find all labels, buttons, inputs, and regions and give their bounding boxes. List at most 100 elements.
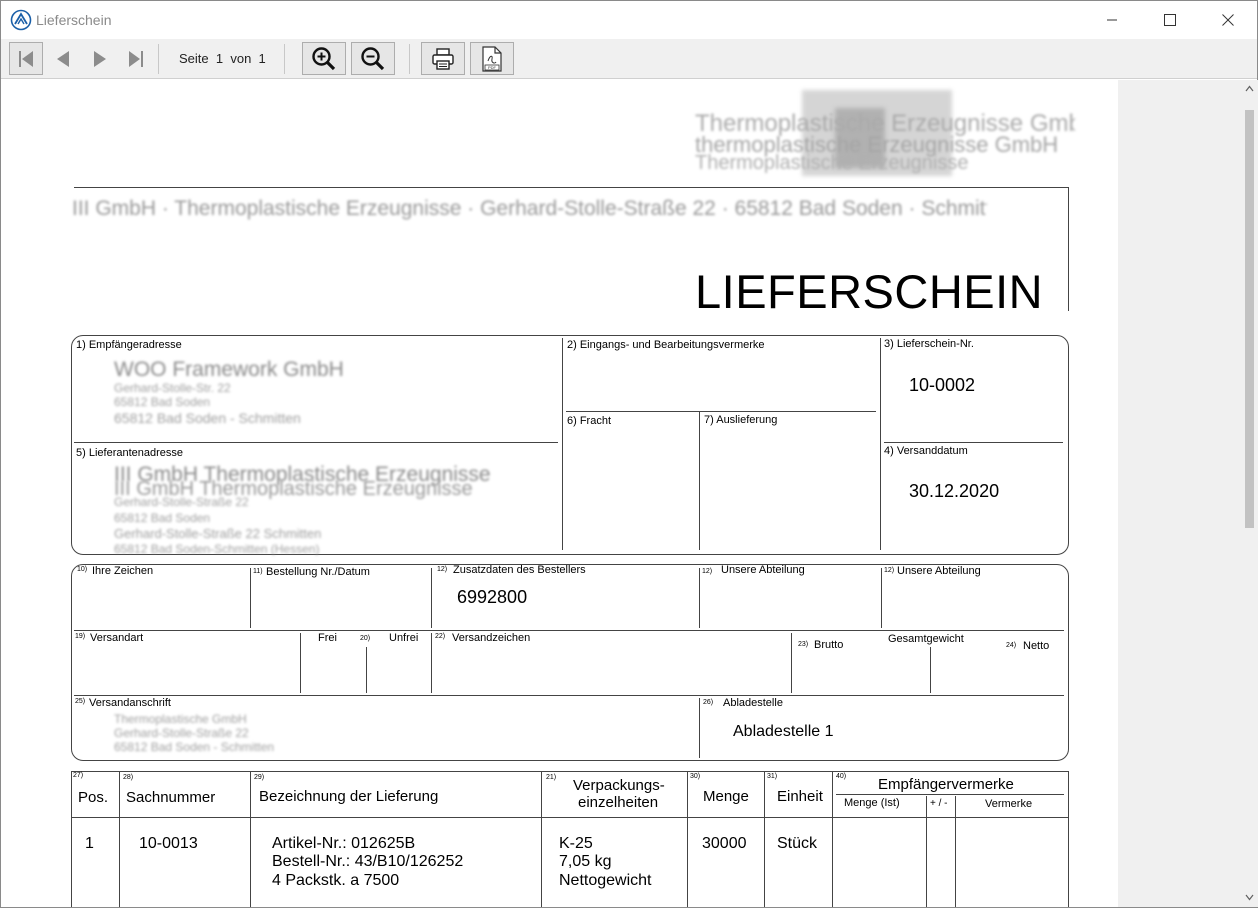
first-page-button[interactable] bbox=[9, 42, 43, 75]
field-number: 27) bbox=[73, 772, 84, 779]
scroll-down-icon[interactable] bbox=[1245, 894, 1254, 901]
svg-text:PDF: PDF bbox=[488, 65, 497, 70]
shipping-date: 30.12.2020 bbox=[909, 481, 1000, 501]
pdf-file-icon: PDF bbox=[482, 45, 502, 72]
table-column-divider bbox=[541, 771, 542, 907]
field-number: 12) bbox=[702, 568, 713, 575]
row-unit: Stück bbox=[777, 835, 818, 852]
supplier-address-label: 5) Lieferantenadresse bbox=[76, 447, 184, 459]
field-number: 24) bbox=[1006, 642, 1017, 649]
our-department-label: Unsere Abteilung bbox=[721, 564, 805, 576]
field-number: 30) bbox=[690, 773, 701, 780]
minimize-icon bbox=[1107, 19, 1117, 21]
row-article-number: Artikel-Nr.: 012625B bbox=[272, 835, 416, 852]
box-divider bbox=[930, 647, 931, 693]
box-divider bbox=[881, 568, 882, 628]
supplier-city: 65812 Bad Soden bbox=[114, 511, 211, 525]
viewport-background bbox=[1118, 80, 1242, 907]
printer-icon bbox=[432, 47, 454, 70]
box-divider bbox=[74, 442, 558, 443]
box-divider bbox=[880, 338, 881, 550]
recipient-city: 65812 Bad Soden bbox=[114, 395, 211, 409]
column-header-quantity: Menge bbox=[703, 788, 749, 805]
row-part-number: 10-0013 bbox=[139, 835, 198, 852]
last-page-button[interactable] bbox=[119, 42, 153, 75]
toolbar-separator bbox=[284, 44, 285, 74]
supplier-city-full: 65812 Bad Soden-Schmitten (Hessen) bbox=[114, 542, 320, 556]
table-column-divider bbox=[955, 796, 956, 907]
document-title: LIEFERSCHEIN bbox=[695, 265, 1044, 318]
box-divider bbox=[884, 442, 1063, 443]
box-divider bbox=[366, 647, 367, 693]
field-number: 26) bbox=[703, 699, 714, 706]
page-current: 1 bbox=[215, 51, 224, 66]
supplier-street: Gerhard-Stolle-Straße 22 bbox=[114, 495, 249, 509]
column-header-actual-quantity: Menge (Ist) bbox=[844, 797, 900, 809]
freight-label: 6) Fracht bbox=[567, 415, 612, 427]
previous-page-button[interactable] bbox=[46, 42, 80, 75]
row-packaging-type: K-25 bbox=[559, 835, 593, 852]
row-package-info: 4 Packstk. a 7500 bbox=[272, 872, 400, 889]
field-number: 21) bbox=[546, 774, 557, 781]
box-divider bbox=[74, 695, 1064, 696]
report-toolbar: Seite 1 von 1 PDF bbox=[1, 39, 1257, 79]
field-number: 10) bbox=[77, 566, 88, 573]
column-header-packaging: einzelheiten bbox=[578, 794, 659, 811]
field-number: 20) bbox=[360, 635, 371, 642]
delivery-note-number: 10-0002 bbox=[909, 375, 976, 395]
export-pdf-button[interactable]: PDF bbox=[470, 42, 514, 75]
field-number: 11) bbox=[253, 568, 263, 575]
zoom-out-icon bbox=[361, 46, 385, 70]
toolbar-separator bbox=[409, 44, 410, 74]
box-divider bbox=[250, 568, 251, 628]
title-bar: Lieferschein bbox=[1, 1, 1257, 39]
shipping-address-line: Gerhard-Stolle-Straße 22 bbox=[114, 726, 249, 740]
table-subheader-rule bbox=[836, 794, 1064, 795]
table-column-divider bbox=[119, 771, 120, 907]
field-number: 31) bbox=[767, 773, 778, 780]
close-button[interactable] bbox=[1199, 1, 1257, 39]
customer-extra-data-label: Zusatzdaten des Bestellers bbox=[453, 564, 586, 576]
maximize-button[interactable] bbox=[1141, 1, 1199, 39]
table-column-divider bbox=[926, 796, 927, 907]
order-number-date-label: Bestellung Nr./Datum bbox=[266, 566, 370, 578]
toolbar-separator bbox=[158, 44, 159, 74]
vertical-scrollbar[interactable] bbox=[1241, 80, 1258, 907]
column-header-recipient-notes: Empfängervermerke bbox=[878, 776, 1014, 793]
delivery-label: 7) Auslieferung bbox=[704, 414, 778, 426]
next-page-button[interactable] bbox=[83, 42, 117, 75]
box-divider bbox=[699, 412, 700, 550]
zoom-in-button[interactable] bbox=[302, 42, 346, 75]
scrollbar-thumb[interactable] bbox=[1245, 110, 1254, 528]
recipient-city-full: 65812 Bad Soden - Schmitten bbox=[114, 410, 301, 426]
table-column-divider bbox=[687, 771, 688, 907]
box-divider bbox=[791, 633, 792, 693]
unloading-point: Abladestelle 1 bbox=[733, 723, 834, 740]
minimize-button[interactable] bbox=[1083, 1, 1141, 39]
box-divider bbox=[300, 633, 301, 693]
zoom-in-icon bbox=[312, 46, 336, 70]
processing-notes-label: 2) Eingangs- und Bearbeitungsvermerke bbox=[567, 339, 765, 351]
zoom-out-button[interactable] bbox=[351, 42, 395, 75]
field-number: 40) bbox=[836, 773, 847, 780]
recipient-name: WOO Framework GmbH bbox=[114, 358, 344, 381]
box-divider bbox=[74, 630, 1064, 631]
column-header-part-number: Sachnummer bbox=[126, 789, 216, 806]
maximize-icon bbox=[1164, 14, 1176, 26]
shipping-marks-label: Versandzeichen bbox=[452, 632, 531, 644]
table-column-divider bbox=[832, 771, 833, 907]
app-logo-icon bbox=[10, 9, 32, 31]
total-weight-label: Gesamtgewicht bbox=[888, 633, 964, 645]
supplier-street-full: Gerhard-Stolle-Straße 22 Schmitten bbox=[114, 526, 322, 541]
scroll-up-icon[interactable] bbox=[1245, 85, 1254, 92]
letterhead-line: Thermoplastische Erzeugnisse bbox=[695, 152, 969, 174]
column-header-notes: Vermerke bbox=[985, 798, 1033, 810]
company-logo: Thermoplastische Erzeugnisse GmbH Elektr… bbox=[695, 88, 1075, 180]
box-divider bbox=[431, 633, 432, 693]
print-button[interactable] bbox=[421, 42, 465, 75]
recipient-address-label: 1) Empfängeradresse bbox=[76, 339, 182, 351]
delivery-note-page: Thermoplastische Erzeugnisse GmbH Elektr… bbox=[2, 80, 1118, 907]
report-viewport[interactable]: Thermoplastische Erzeugnisse GmbH Elektr… bbox=[2, 80, 1242, 907]
box-divider bbox=[699, 698, 700, 758]
column-header-unit: Einheit bbox=[777, 788, 823, 805]
